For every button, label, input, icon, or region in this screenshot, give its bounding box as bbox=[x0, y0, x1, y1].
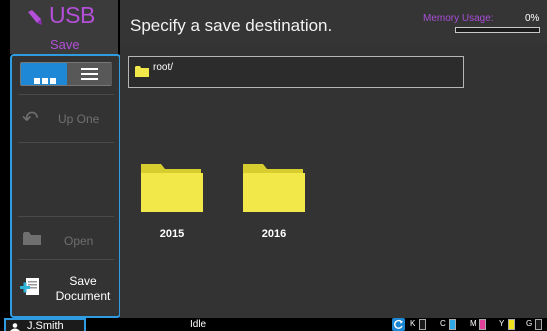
folder-icon bbox=[135, 66, 149, 77]
ink-label: K bbox=[410, 319, 416, 328]
folder-icon bbox=[23, 232, 41, 245]
current-path-text: root/ bbox=[153, 62, 174, 73]
ink-label: M bbox=[470, 319, 477, 328]
view-toggle bbox=[20, 62, 112, 86]
status-bar: J.Smith Idle K C M Y G bbox=[0, 318, 547, 331]
memory-usage-label: Memory Usage: bbox=[423, 13, 494, 24]
icon-view-button[interactable] bbox=[21, 63, 67, 85]
usb-pen-icon bbox=[28, 10, 42, 25]
ink-y: Y bbox=[499, 318, 523, 331]
divider bbox=[18, 216, 114, 217]
page-title: Specify a save destination. bbox=[130, 16, 333, 35]
file-browser: root/ 2015 2016 bbox=[120, 44, 547, 318]
ink-m: M bbox=[470, 318, 494, 331]
save-document-label: Save Document bbox=[50, 274, 116, 304]
user-button[interactable]: J.Smith bbox=[4, 318, 86, 331]
folder-icon bbox=[141, 164, 203, 212]
refresh-icon[interactable] bbox=[392, 318, 405, 331]
folder-icon bbox=[243, 164, 305, 212]
ink-level-bar bbox=[479, 319, 486, 330]
action-sidebar: ↶ Up One Open Save Document bbox=[10, 54, 121, 318]
ink-level-bar bbox=[449, 319, 456, 330]
user-name: J.Smith bbox=[27, 320, 64, 331]
save-label-line2: Document bbox=[55, 289, 111, 303]
ink-label: Y bbox=[499, 319, 505, 328]
memory-usage-bar bbox=[455, 27, 540, 33]
refresh-icon-glyph bbox=[394, 319, 403, 329]
folder-item-2015[interactable]: 2015 bbox=[137, 162, 207, 252]
ink-level-bar bbox=[508, 319, 515, 330]
divider bbox=[18, 259, 114, 260]
memory-usage-value: 0% bbox=[525, 13, 540, 24]
up-one-button[interactable]: ↶ Up One bbox=[12, 96, 119, 140]
status-text: Idle bbox=[190, 319, 207, 330]
app-subtitle: Save bbox=[50, 37, 80, 52]
divider bbox=[18, 142, 114, 143]
divider bbox=[18, 94, 114, 95]
list-view-icon bbox=[81, 68, 98, 83]
folder-name: 2015 bbox=[159, 228, 185, 240]
app-title: USB bbox=[49, 2, 95, 28]
folder-name: 2016 bbox=[261, 228, 287, 240]
app-badge: USB Save bbox=[10, 0, 118, 54]
ink-label: G bbox=[526, 319, 533, 328]
folder-item-2016[interactable]: 2016 bbox=[239, 162, 309, 252]
ink-label: C bbox=[440, 319, 446, 328]
grid-view-icon bbox=[34, 71, 58, 89]
ink-c: C bbox=[440, 318, 464, 331]
ink-level-bar bbox=[535, 319, 542, 330]
open-button[interactable]: Open bbox=[12, 219, 119, 257]
save-document-button[interactable]: Save Document bbox=[12, 262, 119, 312]
list-view-button[interactable] bbox=[67, 63, 112, 85]
up-arrow-icon: ↶ bbox=[22, 108, 39, 130]
ink-g: G bbox=[526, 318, 547, 331]
current-path-field: root/ bbox=[128, 56, 464, 88]
save-document-icon bbox=[20, 278, 39, 295]
ink-level-bar bbox=[419, 319, 426, 330]
open-label: Open bbox=[64, 234, 94, 248]
save-label-line1: Save bbox=[69, 274, 97, 288]
header-bar: Specify a save destination. Memory Usage… bbox=[120, 0, 547, 44]
ink-k: K bbox=[410, 318, 434, 331]
up-one-label: Up One bbox=[58, 112, 100, 126]
user-icon bbox=[10, 323, 20, 331]
